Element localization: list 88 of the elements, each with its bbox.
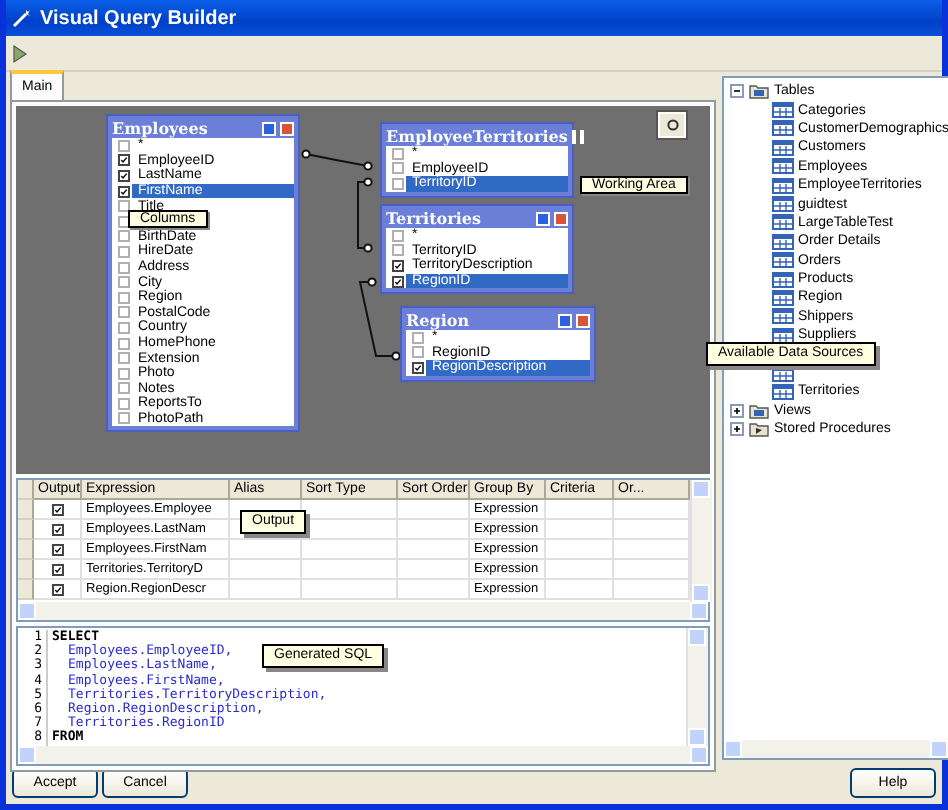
checkbox[interactable] xyxy=(118,276,130,289)
table-cell xyxy=(546,520,614,540)
table-cell xyxy=(302,560,398,580)
table-icon xyxy=(772,196,794,213)
table-title: Territories xyxy=(386,208,483,228)
horizontal-scrollbar[interactable] xyxy=(18,602,708,620)
checkbox[interactable] xyxy=(392,229,404,242)
window-title: Visual Query Builder xyxy=(40,7,237,29)
table-icon xyxy=(772,158,794,175)
checkbox[interactable] xyxy=(118,382,130,395)
checkbox[interactable] xyxy=(412,331,424,344)
checkbox[interactable] xyxy=(392,275,404,288)
expand-icon[interactable] xyxy=(730,403,744,418)
magnifier-icon xyxy=(665,118,679,132)
folder-icon xyxy=(748,401,770,420)
checkbox[interactable] xyxy=(118,321,130,334)
checkbox[interactable] xyxy=(118,352,130,365)
table-cell xyxy=(546,500,614,520)
horizontal-scrollbar[interactable] xyxy=(18,745,708,763)
checkbox[interactable] xyxy=(118,139,130,152)
horizontal-scrollbar[interactable] xyxy=(724,740,948,758)
checkbox[interactable] xyxy=(51,523,63,535)
table-cell xyxy=(398,560,470,580)
table-icon xyxy=(772,120,794,137)
checkbox[interactable] xyxy=(118,291,130,304)
table-icon xyxy=(772,102,794,119)
table-cell xyxy=(546,580,614,600)
table-cell xyxy=(546,560,614,580)
checkbox[interactable] xyxy=(392,244,404,257)
checkbox[interactable] xyxy=(118,306,130,319)
collapse-icon[interactable] xyxy=(730,84,744,99)
checkbox[interactable] xyxy=(118,200,130,213)
connector-line xyxy=(358,277,401,361)
table-cell xyxy=(230,540,302,560)
vertical-scrollbar[interactable] xyxy=(690,480,712,602)
table-icon xyxy=(772,139,794,156)
checkbox[interactable] xyxy=(392,177,404,190)
table-icon xyxy=(772,252,794,269)
table-cell xyxy=(398,500,470,520)
checkbox[interactable] xyxy=(118,261,130,274)
vertical-scrollbar[interactable] xyxy=(686,628,708,745)
table-cell xyxy=(302,580,398,600)
table-icon xyxy=(772,271,794,288)
checkbox[interactable] xyxy=(51,563,63,575)
checkbox[interactable] xyxy=(51,543,63,555)
checkbox[interactable] xyxy=(118,397,130,410)
checkbox[interactable] xyxy=(118,337,130,350)
corner-header xyxy=(18,480,34,500)
table-icon xyxy=(772,308,794,325)
zoom-button[interactable] xyxy=(658,112,686,138)
checkbox[interactable] xyxy=(118,367,130,380)
table-title: Region xyxy=(406,310,472,330)
connector-line xyxy=(301,149,373,171)
table-icon xyxy=(772,289,794,306)
checkbox[interactable] xyxy=(118,245,130,258)
table-icon xyxy=(772,214,794,231)
table-icon xyxy=(772,383,794,400)
table-icon xyxy=(772,177,794,194)
table-cell xyxy=(230,560,302,580)
checkbox[interactable] xyxy=(118,169,130,182)
table-title: EmployeeTerritories xyxy=(386,126,568,146)
checkbox[interactable] xyxy=(118,230,130,243)
table-cell xyxy=(398,540,470,560)
checkbox[interactable] xyxy=(51,503,63,515)
table-title: Employees xyxy=(112,118,210,138)
connector-line xyxy=(357,177,373,253)
table-cell xyxy=(546,540,614,560)
folder-icon xyxy=(748,420,770,439)
checkbox[interactable] xyxy=(118,412,130,425)
checkbox[interactable] xyxy=(392,259,404,272)
table-icon xyxy=(772,233,794,250)
checkbox[interactable] xyxy=(51,583,63,595)
wand-icon xyxy=(12,8,32,28)
checkbox[interactable] xyxy=(392,147,404,160)
checkbox[interactable] xyxy=(118,185,130,198)
table-cell xyxy=(302,540,398,560)
folder-icon xyxy=(748,82,770,101)
run-icon[interactable] xyxy=(12,43,28,63)
working-area[interactable] xyxy=(16,106,710,474)
checkbox[interactable] xyxy=(412,361,424,374)
table-cell xyxy=(230,580,302,600)
checkbox[interactable] xyxy=(118,154,130,167)
table-cell xyxy=(398,520,470,540)
expand-icon[interactable] xyxy=(730,422,744,437)
checkbox[interactable] xyxy=(412,346,424,359)
checkbox[interactable] xyxy=(392,162,404,175)
table-cell xyxy=(398,580,470,600)
table-icon xyxy=(772,327,794,344)
